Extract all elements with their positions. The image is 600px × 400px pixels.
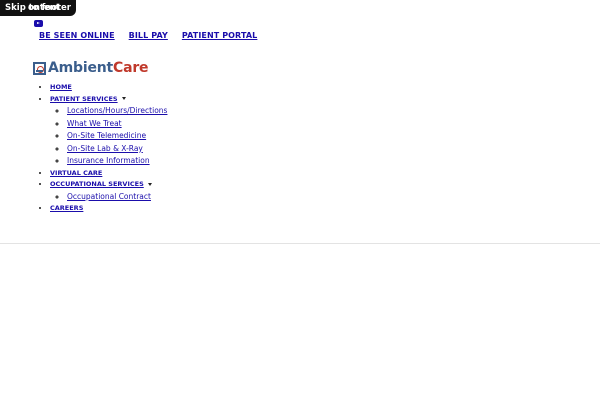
nav-careers-link[interactable]: CAREERS	[50, 204, 83, 212]
submenu-item: On-Site Lab & X-Ray	[67, 143, 167, 156]
nav-occupational-services-link[interactable]: OCCUPATIONAL SERVICES	[50, 180, 144, 188]
on-site-lab-xray-link[interactable]: On-Site Lab & X-Ray	[67, 144, 143, 153]
nav-item-careers: CAREERS	[50, 203, 167, 215]
skip-to-footer-label: Skip to footer	[5, 3, 71, 13]
patient-services-submenu: Locations/Hours/Directions What We Treat…	[50, 105, 167, 168]
nav-item-virtual-care: VIRTUAL CARE	[50, 168, 167, 180]
submenu-item: Locations/Hours/Directions	[67, 105, 167, 118]
submenu-item: On-Site Telemedicine	[67, 130, 167, 143]
submenu-item: What We Treat	[67, 118, 167, 131]
skip-to-footer-link[interactable]: ontent Skip to footer	[0, 0, 76, 16]
submenu-item: Occupational Contract	[67, 191, 167, 204]
on-site-telemedicine-link[interactable]: On-Site Telemedicine	[67, 131, 146, 140]
nav-item-home: HOME	[50, 82, 167, 94]
submenu-item: Insurance Information	[67, 155, 167, 168]
ambientcare-logo[interactable]: AmbientCare	[33, 60, 149, 76]
nav-virtual-care-link[interactable]: VIRTUAL CARE	[50, 169, 102, 177]
logo-mark-icon	[33, 61, 46, 75]
what-we-treat-link[interactable]: What We Treat	[67, 119, 122, 128]
youtube-icon[interactable]	[34, 20, 43, 27]
nav-item-occupational-services: OCCUPATIONAL SERVICES Occupational Contr…	[50, 179, 167, 203]
insurance-information-link[interactable]: Insurance Information	[67, 156, 150, 165]
bill-pay-link[interactable]: BILL PAY	[129, 31, 168, 40]
nav-item-patient-services: PATIENT SERVICES Locations/Hours/Directi…	[50, 94, 167, 168]
nav-patient-services-link[interactable]: PATIENT SERVICES	[50, 95, 118, 103]
occupational-contract-link[interactable]: Occupational Contract	[67, 192, 151, 201]
occupational-services-submenu: Occupational Contract	[50, 191, 167, 204]
chevron-down-icon[interactable]	[147, 182, 152, 186]
main-nav: HOME PATIENT SERVICES Locations/Hours/Di…	[36, 82, 167, 215]
be-seen-online-link[interactable]: BE SEEN ONLINE	[39, 31, 115, 40]
logo-text: AmbientCare	[48, 60, 149, 76]
nav-home-link[interactable]: HOME	[50, 83, 72, 91]
patient-portal-link[interactable]: PATIENT PORTAL	[182, 31, 258, 40]
locations-hours-directions-link[interactable]: Locations/Hours/Directions	[67, 106, 167, 115]
header-divider	[0, 243, 600, 244]
top-links: BE SEEN ONLINE BILL PAY PATIENT PORTAL	[39, 31, 257, 40]
chevron-down-icon[interactable]	[121, 97, 126, 100]
